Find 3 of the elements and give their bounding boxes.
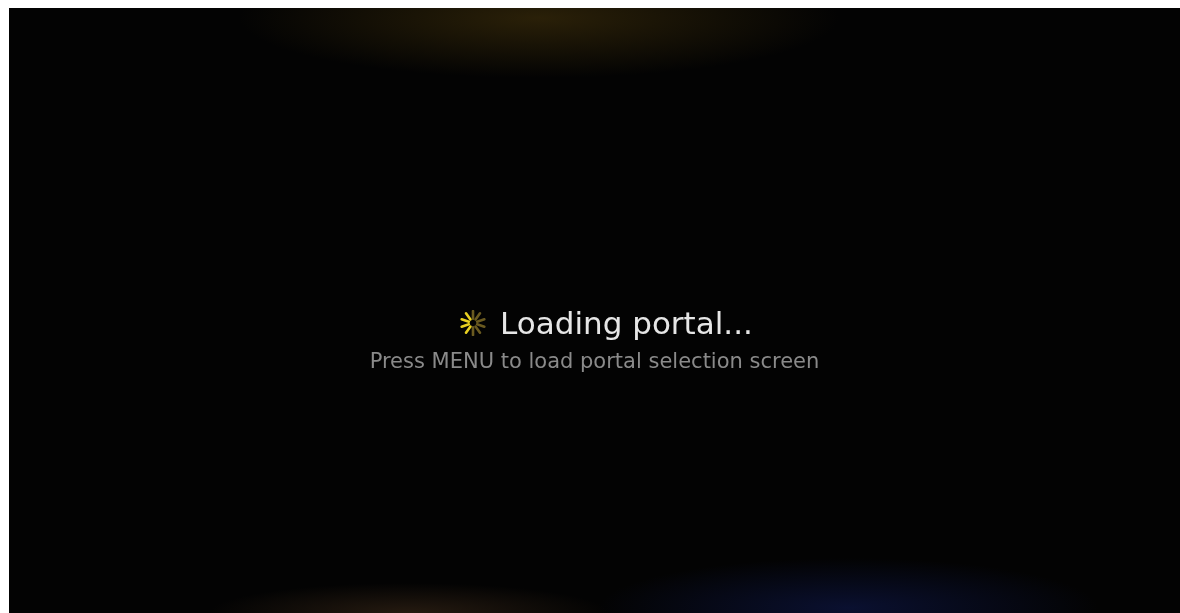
loading-title: Loading portal... [500, 304, 753, 341]
spinner-icon [460, 309, 487, 336]
menu-hint: Press MENU to load portal selection screen [369, 348, 820, 373]
